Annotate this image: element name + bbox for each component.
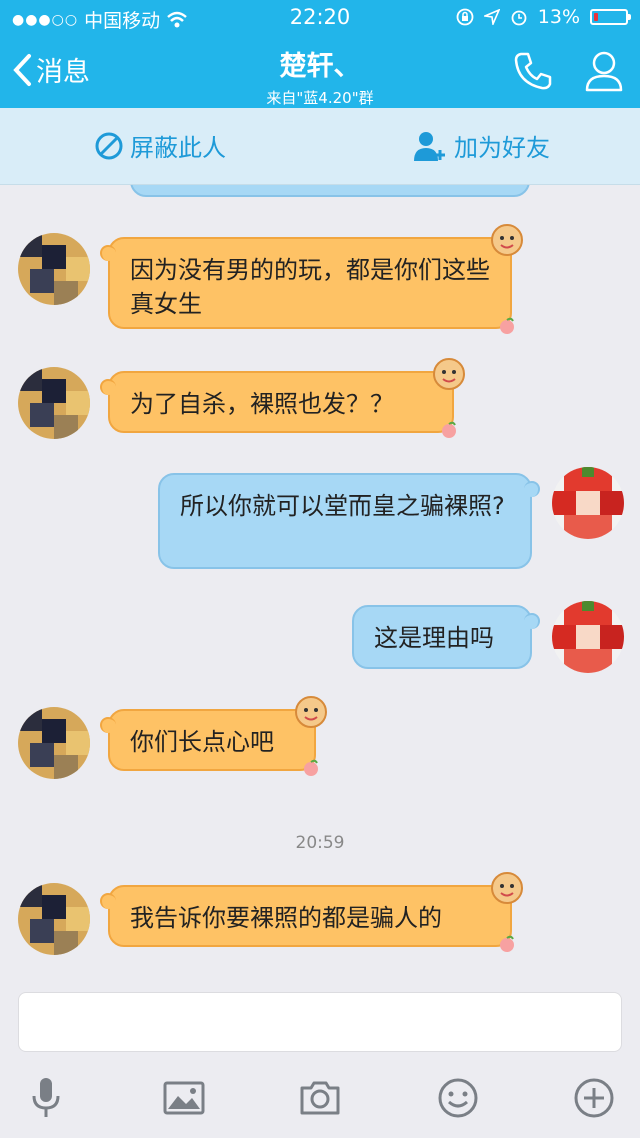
message-timestamp: 20:59 [295, 833, 345, 853]
microphone-icon[interactable] [24, 1076, 68, 1120]
peach-icon [500, 935, 514, 952]
pixelated-avatar-icon [18, 883, 90, 955]
block-user-label: 屏蔽此人 [130, 134, 226, 162]
profile-icon[interactable] [584, 50, 624, 92]
battery-percent: 13% [537, 6, 580, 28]
pixelated-avatar-icon [18, 707, 90, 779]
emoji-icon[interactable] [436, 1076, 480, 1120]
message-bubble-outgoing[interactable]: 这是理由吗 [352, 605, 540, 669]
chat-area[interactable]: 因为没有男的的玩，都是你们这些真女生 为了自杀，裸照也发？？ 所以你就可以堂而皇… [0, 185, 640, 980]
sender-avatar[interactable] [18, 707, 90, 779]
message-text: 因为没有男的的玩，都是你们这些真女生 [130, 256, 490, 318]
own-avatar[interactable] [552, 467, 624, 539]
monkey-badge-icon [491, 224, 523, 256]
camera-icon[interactable] [298, 1076, 342, 1120]
message-bubble-incoming[interactable]: 因为没有男的的玩，都是你们这些真女生 [100, 224, 523, 334]
message-bubble-partial[interactable] [130, 185, 530, 197]
pixelated-avatar-icon [18, 367, 90, 439]
message-text: 所以你就可以堂而皇之骗裸照? [180, 492, 505, 520]
input-toolbar [0, 1062, 640, 1138]
phone-icon[interactable] [512, 50, 554, 92]
add-friend-label: 加为好友 [454, 134, 550, 162]
message-bubble-incoming[interactable]: 我告诉你要裸照的都是骗人的 [100, 872, 523, 952]
message-input[interactable] [18, 992, 622, 1052]
image-icon[interactable] [162, 1076, 206, 1120]
monkey-badge-icon [433, 358, 465, 390]
monkey-badge-icon [295, 696, 327, 728]
sender-avatar[interactable] [18, 233, 90, 305]
pixelated-avatar-icon [552, 467, 624, 539]
monkey-badge-icon [491, 872, 523, 904]
peach-icon [442, 421, 456, 438]
battery-level-fill [594, 13, 598, 21]
stranger-action-bar: 屏蔽此人 加为好友 [0, 108, 640, 185]
peach-icon [304, 759, 318, 776]
rotation-lock-icon [456, 8, 474, 26]
message-text: 这是理由吗 [374, 624, 494, 652]
top-bar: ●●●○○ 中国移动 22:20 13% 消息 楚轩、 来自"蓝4.20"群 [0, 0, 640, 108]
add-friend-icon [414, 131, 445, 161]
message-text: 你们长点心吧 [130, 728, 274, 756]
plus-icon[interactable] [572, 1076, 616, 1120]
sender-avatar[interactable] [18, 883, 90, 955]
block-user-button[interactable]: 屏蔽此人 [94, 128, 226, 163]
pixelated-avatar-icon [18, 233, 90, 305]
alarm-icon [511, 10, 527, 26]
pixelated-avatar-icon [552, 601, 624, 673]
add-friend-button[interactable]: 加为好友 [414, 128, 550, 163]
message-bubble-incoming[interactable]: 为了自杀，裸照也发？？ [100, 358, 465, 438]
location-icon [483, 9, 500, 25]
message-text: 为了自杀，裸照也发？？ [130, 390, 394, 418]
message-text: 我告诉你要裸照的都是骗人的 [130, 904, 442, 932]
sender-avatar[interactable] [18, 367, 90, 439]
battery-icon [590, 9, 631, 25]
message-bubble-incoming[interactable]: 你们长点心吧 [100, 696, 327, 776]
block-icon [95, 132, 123, 159]
peach-icon [500, 317, 514, 334]
message-bubble-outgoing[interactable]: 所以你就可以堂而皇之骗裸照? [158, 473, 540, 569]
own-avatar[interactable] [552, 601, 624, 673]
status-bar: ●●●○○ 中国移动 22:20 13% [0, 0, 640, 36]
